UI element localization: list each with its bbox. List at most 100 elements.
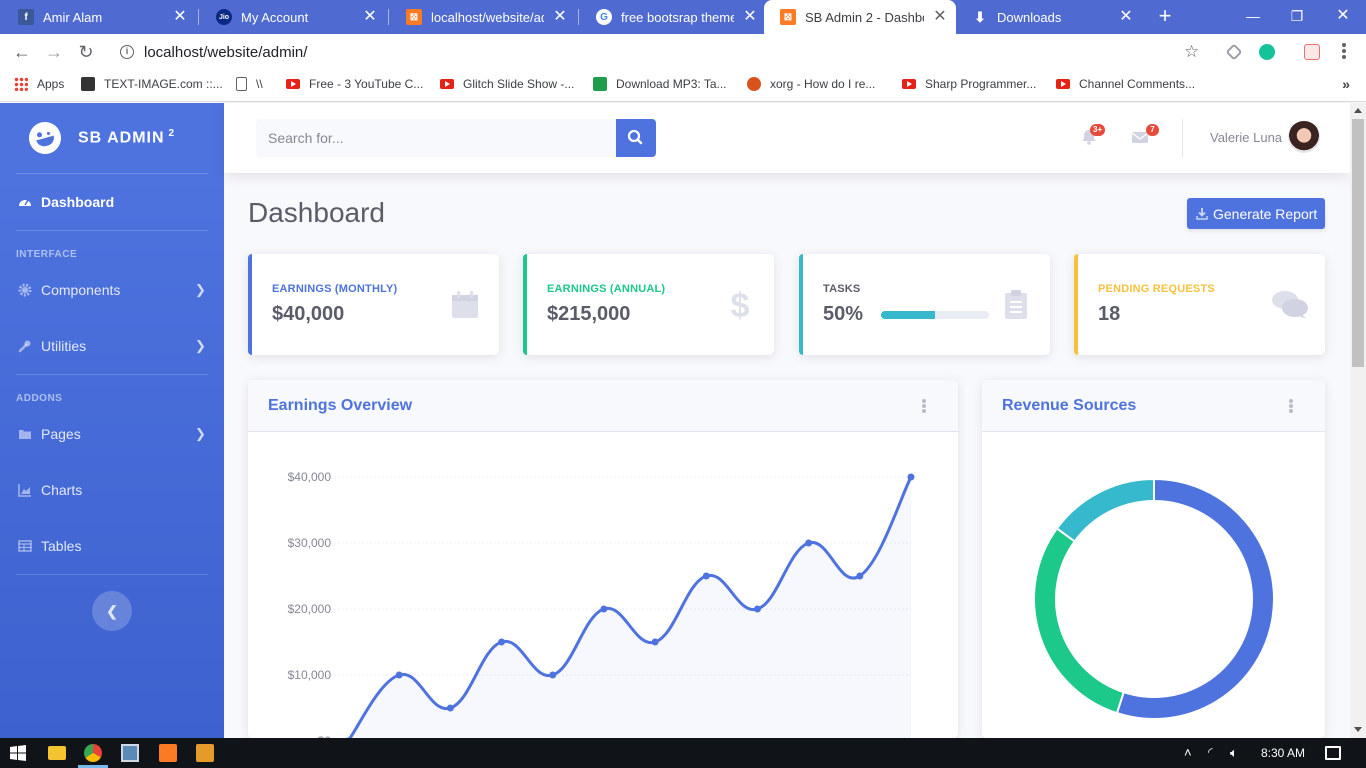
donut-slice[interactable] [1055,477,1155,543]
bookmark-free-youtube[interactable]: Free - 3 YouTube C... [286,77,423,91]
tab-close-icon[interactable]: ✕ [932,9,948,25]
extension-icon[interactable] [1304,44,1320,60]
data-point[interactable] [702,572,710,580]
bookmarks-overflow-icon[interactable]: » [1342,76,1350,92]
panel-header: Earnings Overview [248,380,958,432]
taskbar-clock[interactable]: 8:30 AM [1261,746,1305,760]
bookmark-apps[interactable]: Apps [14,77,64,91]
bookmark-backslash[interactable]: \\ [236,77,263,91]
data-point[interactable] [805,539,813,547]
bookmark-xorg[interactable]: xorg - How do I re... [747,77,875,91]
tab-close-icon[interactable]: ✕ [362,9,378,25]
browser-tab-strip: f Amir Alam ✕ Jio My Account ✕ ⊠ localho… [0,0,1366,34]
data-point[interactable] [753,605,761,613]
donut-slice[interactable] [1115,477,1275,720]
tab-close-icon[interactable]: ✕ [172,9,188,25]
tab-label: Downloads [997,9,1062,25]
close-window-button[interactable]: ✕ [1328,4,1358,28]
sidebar-divider [16,374,208,375]
grammarly-icon[interactable] [1259,44,1275,60]
data-point[interactable] [395,671,403,679]
sidebar-item-label: Tables [41,538,82,554]
browser-tab-sb-admin[interactable]: ⊠ SB Admin 2 - Dashboar ✕ [764,0,956,34]
scroll-down-arrow-icon[interactable] [1354,727,1362,732]
bookmark-glitch-slide-show[interactable]: Glitch Slide Show -... [440,77,574,91]
alerts-button[interactable]: 3+ [1080,124,1106,145]
user-name[interactable]: Valerie Luna [1210,130,1282,145]
sidebar-item-tables[interactable]: Tables [0,518,224,574]
topbar: 3+ 7 Valerie Luna [224,103,1350,173]
reload-button[interactable]: ↻ [73,39,99,65]
data-point[interactable] [907,473,915,481]
bookmark-label: Download MP3: Ta... [616,77,727,91]
sidebar-toggle-button[interactable]: ❮ [92,591,132,631]
tab-close-icon[interactable]: ✕ [552,9,568,25]
sublime-text-icon[interactable] [196,744,214,762]
bookmark-label: Glitch Slide Show -... [463,77,575,91]
card-value: $215,000 [547,303,631,325]
address-bar-row: ← → ↻ i localhost/website/admin/ ☆ [0,34,1366,70]
search-input[interactable] [256,119,616,157]
sidebar-brand[interactable]: SB ADMIN 2 [0,103,224,173]
volume-icon[interactable]: 🔈︎ [1230,745,1238,761]
bookmark-text-image[interactable]: TEXT-IMAGE.com ::... [81,77,223,91]
minimize-button[interactable]: — [1238,4,1268,28]
chevron-right-icon: ❯ [195,338,206,353]
new-tab-button[interactable]: + [1153,5,1177,29]
tab-close-icon[interactable]: ✕ [1118,9,1134,25]
browser-tab-localhost[interactable]: ⊠ localhost/website/admi ✕ [390,0,576,34]
tab-close-icon[interactable]: ✕ [742,9,758,25]
bookmark-label: Free - 3 YouTube C... [309,77,424,91]
restore-button[interactable]: ❐ [1282,4,1312,28]
data-point[interactable] [651,638,659,646]
sidebar-item-dashboard[interactable]: Dashboard [0,174,224,230]
data-point[interactable] [856,572,864,580]
card-label: PENDING REQUESTS [1098,283,1215,295]
bookmark-download-mp3[interactable]: Download MP3: Ta... [593,77,727,91]
sidebar-item-components[interactable]: Components ❯ [0,262,224,318]
remote-desktop-icon[interactable] [121,744,139,762]
youtube-icon [440,79,454,89]
back-button[interactable]: ← [9,39,35,65]
site-info-icon[interactable]: i [120,45,134,59]
sidebar-item-utilities[interactable]: Utilities ❯ [0,318,224,374]
chrome-icon[interactable] [84,744,102,762]
cog-icon [18,283,32,297]
browser-tab-bootstrap-themes[interactable]: G free bootsrap themes - ✕ [580,0,766,34]
bookmark-channel-comments[interactable]: Channel Comments... [1056,77,1195,91]
windows-start-icon[interactable] [10,745,26,761]
panel-menu-icon[interactable] [922,399,926,413]
card-accent-bar [1074,254,1078,355]
download-icon [1196,208,1208,220]
xampp-icon[interactable] [159,744,177,762]
extension-tag-icon[interactable] [1225,43,1243,61]
page-scrollbar[interactable] [1350,103,1366,738]
tray-expand-icon[interactable]: ˄ [1184,745,1192,760]
sidebar-item-charts[interactable]: Charts [0,462,224,518]
generate-report-button[interactable]: Generate Report [1187,198,1325,229]
browser-tab-my-account[interactable]: Jio My Account ✕ [200,0,386,34]
bookmark-star-icon[interactable]: ☆ [1184,42,1199,62]
data-point[interactable] [446,704,454,712]
wifi-icon[interactable]: ◜ [1208,745,1213,759]
data-point[interactable] [549,671,557,679]
sidebar-item-pages[interactable]: Pages ❯ [0,406,224,462]
messages-button[interactable]: 7 [1131,124,1159,145]
panel-menu-icon[interactable] [1289,399,1293,413]
scroll-up-arrow-icon[interactable] [1354,108,1362,113]
action-center-icon[interactable] [1325,746,1341,760]
scrollbar-thumb[interactable] [1352,119,1364,367]
bookmark-sharp-programmer[interactable]: Sharp Programmer... [902,77,1036,91]
search-button[interactable] [616,119,656,157]
browser-menu-icon[interactable] [1338,42,1350,62]
donut-slice[interactable] [1033,527,1125,715]
browser-tab-amir-alam[interactable]: f Amir Alam ✕ [2,0,196,34]
avatar[interactable] [1288,121,1320,153]
data-point[interactable] [498,638,506,646]
card-value: 50% [823,303,864,325]
forward-button[interactable]: → [41,39,67,65]
omnibox[interactable]: i localhost/website/admin/ [108,37,1218,67]
file-explorer-icon[interactable] [48,746,66,760]
data-point[interactable] [600,605,608,613]
browser-tab-downloads[interactable]: ⬇ Downloads ✕ [956,0,1142,34]
